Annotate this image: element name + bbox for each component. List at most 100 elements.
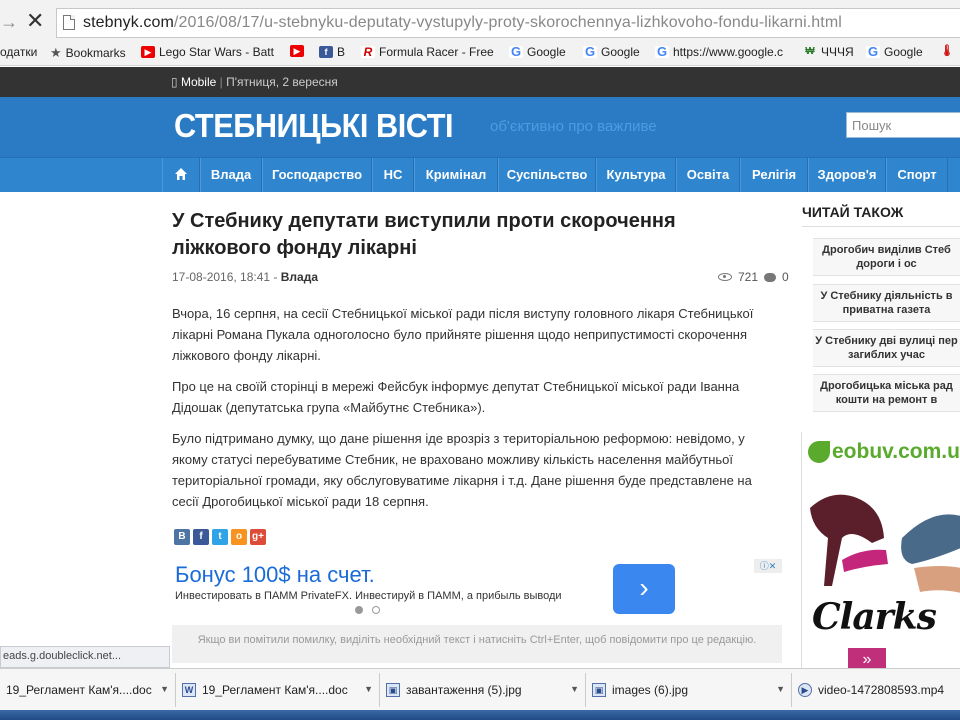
nav-home[interactable] — [162, 158, 200, 192]
download-item[interactable]: 19_Регламент Кам'я....doc ▼ — [0, 673, 176, 707]
sidebar-divider — [802, 226, 960, 227]
nav-item-sport[interactable]: Спорт — [886, 158, 948, 192]
leaf-icon — [808, 441, 830, 463]
related-article-link[interactable]: У Стебнику діяльність в приватна газета — [813, 284, 960, 322]
google-icon: G — [583, 44, 597, 59]
video-icon: ▶ — [798, 683, 812, 697]
bookmark-item[interactable]: G Google — [583, 45, 640, 59]
browser-status-bar: eads.g.doubleclick.net... — [0, 646, 170, 668]
bookmark-item[interactable]: ▶ — [290, 45, 304, 57]
article-paragraph: Було підтримано думку, що дане рішення і… — [172, 431, 752, 509]
odnoklassniki-share-button[interactable]: о — [231, 529, 247, 545]
site-header: СТЕБНИЦЬКІ ВІСТІ об'єктивно про важливе … — [0, 97, 960, 157]
clarks-logo[interactable]: Clarks — [812, 596, 937, 638]
sidebar-ad[interactable]: eobuv.com.u Clarks » — [801, 432, 960, 668]
thermometer-icon: 🌡 — [940, 45, 954, 57]
nav-item-kultura[interactable]: Культура — [596, 158, 676, 192]
ww-icon: ₩ — [805, 46, 815, 57]
chevron-down-icon[interactable]: ▼ — [364, 684, 373, 694]
comment-count[interactable]: 0 — [782, 270, 789, 284]
youtube-icon: ▶ — [290, 45, 304, 57]
image-icon: ▣ — [386, 683, 400, 697]
twitter-share-button[interactable]: t — [212, 529, 228, 545]
ad-title[interactable]: Бонус 100$ на счет. — [175, 562, 375, 588]
related-article-link[interactable]: У Стебнику дві вулиці пер загиблих учас — [813, 329, 960, 367]
home-icon — [175, 168, 187, 180]
comment-icon — [764, 272, 777, 282]
shoes-image — [810, 494, 960, 593]
ad-info-icon[interactable]: ⓘ✕ — [754, 559, 782, 573]
chevron-down-icon[interactable]: ▼ — [570, 684, 579, 694]
ad-more-button[interactable]: » — [848, 648, 886, 668]
bookmark-item[interactable]: R Formula Racer - Free — [361, 45, 494, 59]
word-icon: W — [182, 683, 196, 697]
stop-loading-icon[interactable]: ✕ — [26, 8, 44, 34]
bookmark-item[interactable]: ₩ ЧЧЧЯ — [803, 45, 853, 59]
download-item[interactable]: W 19_Регламент Кам'я....doc ▼ — [176, 673, 380, 707]
nav-item-relihiia[interactable]: Релігія — [740, 158, 808, 192]
formula-icon: R — [361, 46, 375, 58]
mobile-icon: ▯ — [171, 75, 178, 89]
google-icon: G — [509, 44, 523, 59]
bookmarks-bar: одатки ★ Bookmarks ▶ Lego Star Wars - Batt… — [0, 40, 960, 66]
nav-item-vlada[interactable]: Влада — [200, 158, 262, 192]
download-item[interactable]: ▶ video-1472808593.mp4 — [792, 673, 960, 707]
forward-arrow-icon[interactable]: → — [0, 12, 18, 33]
image-icon: ▣ — [592, 683, 606, 697]
ad-next-button[interactable]: › — [613, 564, 675, 614]
article-stats: 721 0 — [718, 270, 789, 284]
related-article-link[interactable]: Дрогобицька міська рад кошти на ремонт в — [813, 374, 960, 412]
browser-toolbar: → ✕ stebnyk.com/2016/08/17/u-stebnyku-de… — [0, 0, 960, 40]
ad-pagination — [355, 606, 380, 614]
ad-dot[interactable] — [355, 606, 363, 614]
article-category-link[interactable]: Влада — [281, 270, 318, 284]
search-input[interactable]: Пошук — [846, 112, 960, 138]
article-title: У Стебнику депутати виступили проти скор… — [172, 210, 676, 259]
eobuv-logo[interactable]: eobuv.com.u — [808, 440, 960, 464]
sidebar-title: ЧИТАЙ ТАКОЖ — [802, 204, 904, 220]
youtube-icon: ▶ — [141, 46, 155, 58]
page-icon — [63, 15, 75, 30]
bookmark-item[interactable]: ▶ Lego Star Wars - Batt — [141, 45, 274, 59]
bookmark-item[interactable]: 🌡 — [940, 45, 954, 57]
share-buttons: В f t о g+ — [174, 529, 266, 545]
article-meta: 17-08-2016, 18:41 - Влада — [172, 270, 319, 284]
bookmark-item[interactable]: одатки — [0, 45, 37, 59]
bookmark-item[interactable]: ★ Bookmarks — [50, 45, 126, 61]
view-count: 721 — [738, 270, 759, 284]
bookmark-item[interactable]: Ghttps://www.google.c — [655, 45, 783, 59]
bookmark-item[interactable]: G Google — [509, 45, 566, 59]
ad-dot[interactable] — [372, 606, 380, 614]
site-slogan: об'єктивно про важливе — [490, 118, 657, 135]
chevron-down-icon[interactable]: ▼ — [160, 684, 169, 694]
site-topbar: ▯ Mobile | П'ятниця, 2 вересня — [0, 67, 960, 97]
nav-item-hospodarstvo[interactable]: Господарство — [262, 158, 372, 192]
download-item[interactable]: ▣ завантаження (5).jpg ▼ — [380, 673, 586, 707]
ad-banner[interactable]: Бонус 100$ на счет. Инвестировать в ПАММ… — [172, 557, 782, 623]
site-logo[interactable]: СТЕБНИЦЬКІ ВІСТІ — [174, 107, 454, 145]
vk-share-button[interactable]: В — [174, 529, 190, 545]
main-nav: Влада Господарство НС Кримінал Суспільст… — [0, 157, 960, 192]
article-paragraph: Про це на своїй сторінці в мережі Фейсбу… — [172, 379, 740, 415]
chevron-down-icon[interactable]: ▼ — [776, 684, 785, 694]
nav-item-ns[interactable]: НС — [372, 158, 414, 192]
download-item[interactable]: ▣ images (6).jpg ▼ — [586, 673, 792, 707]
related-article-link[interactable]: Дрогобич виділив Стеб дороги і ос — [813, 238, 960, 276]
nav-item-osvita[interactable]: Освіта — [676, 158, 740, 192]
bookmark-item[interactable]: fB — [319, 45, 345, 59]
nav-item-zdorovia[interactable]: Здоров'я — [808, 158, 886, 192]
article-paragraph: Вчора, 16 серпня, на сесії Стебницької м… — [172, 306, 754, 363]
article-date: 17-08-2016, 18:41 — [172, 270, 271, 284]
nav-item-suspilstvo[interactable]: Суспільство — [498, 158, 596, 192]
facebook-icon: f — [319, 46, 333, 58]
url-text[interactable]: stebnyk.com/2016/08/17/u-stebnyku-deputa… — [83, 14, 842, 32]
google-plus-share-button[interactable]: g+ — [250, 529, 266, 545]
nav-item-kryminal[interactable]: Кримінал — [414, 158, 498, 192]
mobile-link[interactable]: Mobile — [181, 75, 216, 89]
ad-subtitle[interactable]: Инвестировать в ПАММ PrivateFX. Инвестир… — [175, 590, 562, 602]
downloads-bar: 19_Регламент Кам'я....doc ▼ W 19_Регламент… — [0, 668, 960, 710]
error-report-notice: Якщо ви помітили помилку, виділіть необх… — [172, 625, 782, 663]
address-bar[interactable]: stebnyk.com/2016/08/17/u-stebnyku-deputa… — [56, 8, 960, 38]
facebook-share-button[interactable]: f — [193, 529, 209, 545]
bookmark-item[interactable]: G Google — [866, 45, 923, 59]
